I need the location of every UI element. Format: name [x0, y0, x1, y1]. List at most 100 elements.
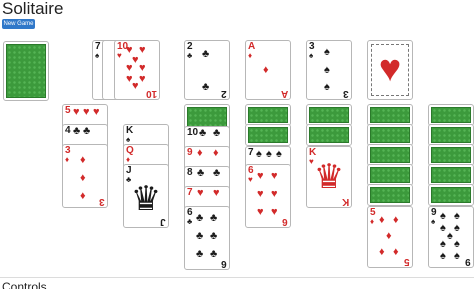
- diamond-icon: ♦: [80, 154, 86, 166]
- face-down-card: [428, 104, 474, 126]
- card-rank: 5: [404, 256, 410, 267]
- club-icon: ♣: [187, 217, 193, 226]
- face-down-card: [367, 104, 413, 126]
- diamond-icon: ♦: [213, 147, 219, 159]
- heart-icon: ♥: [93, 106, 100, 118]
- diamond-icon: ♦: [379, 246, 385, 258]
- card-rank: 10: [145, 88, 157, 99]
- face-down-card: [306, 124, 352, 146]
- card-rank: 6: [221, 258, 227, 269]
- card-rank: 6: [282, 216, 288, 227]
- club-icon: ♣: [196, 248, 204, 260]
- card-rank: 9: [465, 256, 471, 267]
- diamond-icon: ♦: [80, 190, 86, 202]
- diamond-icon: ♦: [126, 155, 131, 164]
- foundation-hearts[interactable]: ♥: [367, 40, 413, 100]
- diamond-icon: ♦: [393, 214, 399, 226]
- tableau-card[interactable]: 6 ♣ ♣ ♣ ♣ ♣ ♣ ♣ 6: [184, 206, 230, 270]
- tableau-card[interactable]: K ♥ ♛ K: [306, 146, 352, 208]
- spade-icon: ♠: [440, 210, 446, 222]
- tableau-card[interactable]: 6 ♥ ♥ ♥ ♥ ♥ ♥ ♥ 6: [245, 164, 291, 228]
- diamond-icon: ♦: [386, 230, 392, 242]
- spade-icon: ♠: [126, 135, 131, 144]
- crown-icon: ♛: [313, 158, 345, 196]
- heart-icon: ♥: [248, 175, 253, 184]
- club-icon: ♣: [202, 81, 210, 93]
- card-rank: 3: [99, 196, 105, 207]
- spade-icon: ♠: [440, 222, 446, 234]
- spade-icon: ♠: [309, 51, 314, 60]
- tableau-card[interactable]: 3 ♦ ♦ ♦ ♦ 3: [62, 144, 108, 208]
- diamond-icon: ♦: [263, 64, 269, 76]
- club-icon: ♣: [83, 125, 91, 137]
- heart-icon: ♥: [271, 170, 278, 182]
- card-rank: 4: [65, 125, 71, 136]
- diamond-icon: ♦: [197, 147, 203, 159]
- club-icon: ♣: [196, 230, 204, 242]
- face-down-card: [428, 184, 474, 206]
- diamond-icon: ♦: [65, 155, 70, 164]
- face-down-card: [367, 184, 413, 206]
- card-rank: 8: [187, 167, 193, 178]
- heart-icon: ♥: [271, 188, 278, 200]
- face-down-card: [428, 124, 474, 146]
- crown-icon: ♛: [130, 180, 162, 218]
- diamond-icon: ♦: [393, 246, 399, 258]
- divider: [0, 277, 474, 278]
- card-rank: 2: [221, 88, 227, 99]
- heart-icon: ♥: [139, 73, 146, 85]
- tableau-card[interactable]: J ♣ ♛ J: [123, 164, 169, 228]
- foundation-spades[interactable]: 3 ♠ ♠ ♠ ♠ 3: [306, 40, 352, 100]
- club-icon: ♣: [202, 48, 210, 60]
- heart-icon: ♥: [83, 106, 90, 118]
- spade-icon: ♠: [95, 51, 100, 60]
- heart-icon: ♥: [213, 187, 220, 199]
- heart-icon: ♥: [139, 44, 146, 56]
- club-icon: ♣: [213, 127, 221, 139]
- tableau-card[interactable]: 5 ♦ ♦ ♦ ♦ ♦ ♦ 5: [367, 206, 413, 268]
- club-icon: ♣: [213, 167, 221, 179]
- face-down-card: [245, 104, 291, 126]
- foundation-diamonds[interactable]: A ♦ ♦ A: [245, 40, 291, 100]
- spade-icon: ♠: [431, 217, 436, 226]
- face-down-card: [367, 124, 413, 146]
- card-rank: 10: [187, 127, 199, 138]
- heart-icon: ♥: [257, 188, 264, 200]
- spade-icon: ♠: [276, 148, 282, 160]
- diamond-icon: ♦: [379, 214, 385, 226]
- card-rank: A: [280, 88, 288, 99]
- foundation-clubs[interactable]: 2 ♣ ♣ ♣ 2: [184, 40, 230, 100]
- card-rank: 7: [248, 147, 254, 158]
- face-down-card: [428, 164, 474, 186]
- face-down-card: [306, 104, 352, 126]
- heart-icon: ♥: [257, 170, 264, 182]
- card-rank: 5: [65, 105, 71, 116]
- controls-heading: Controls: [2, 280, 47, 289]
- spade-icon: ♠: [256, 148, 262, 160]
- club-icon: ♣: [199, 127, 207, 139]
- club-icon: ♣: [210, 212, 218, 224]
- club-icon: ♣: [210, 230, 218, 242]
- spade-icon: ♠: [454, 222, 460, 234]
- spade-icon: ♠: [266, 148, 272, 160]
- tableau-card[interactable]: 9 ♠ ♠ ♠ ♠ ♠ ♠ ♠ ♠ ♠ ♠ 9: [428, 206, 474, 268]
- heart-icon: ♥: [132, 80, 139, 92]
- stock-pile[interactable]: [3, 41, 49, 101]
- card-rank: 9: [187, 147, 193, 158]
- spade-icon: ♠: [454, 210, 460, 222]
- diamond-icon: ♦: [370, 217, 375, 226]
- club-icon: ♣: [197, 167, 205, 179]
- card-rank: 7: [187, 187, 193, 198]
- card-rank: K: [341, 196, 349, 207]
- spade-icon: ♠: [324, 64, 330, 76]
- face-down-card: [367, 144, 413, 166]
- spade-icon: ♠: [447, 230, 453, 242]
- heart-icon: ♥: [117, 51, 122, 60]
- card-rank: J: [160, 216, 166, 227]
- new-game-button[interactable]: New Game: [2, 19, 35, 29]
- waste-card-10[interactable]: 10 ♥ ♥ ♥ ♥ ♥ ♥ ♥ ♥ ♥ 10: [114, 40, 160, 100]
- face-down-card: [367, 164, 413, 186]
- spade-icon: ♠: [454, 238, 460, 250]
- face-down-card: [428, 144, 474, 166]
- spade-icon: ♠: [454, 250, 460, 262]
